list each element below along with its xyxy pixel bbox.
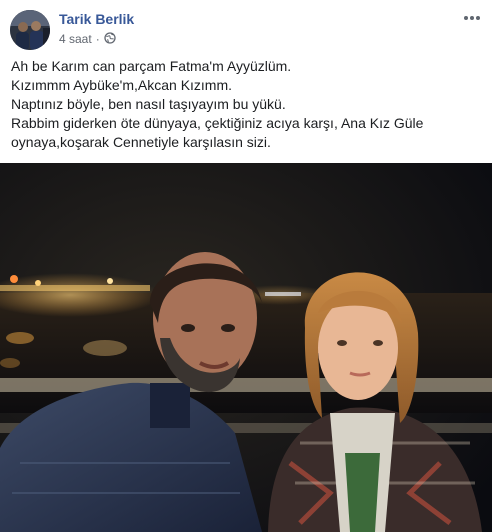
more-options-button[interactable] [460, 8, 484, 28]
avatar-image [10, 10, 50, 50]
meta-separator: · [95, 32, 100, 46]
author-name[interactable]: Tarik Berlik [59, 11, 134, 27]
post-text-line: Ah be Karım can parçam Fatma'm Ayyüzlüm. [11, 58, 292, 74]
globe-icon[interactable] [104, 31, 116, 47]
facebook-post: Tarik Berlik 4 saat · Ah be Karım can pa… [0, 0, 492, 532]
post-photo[interactable] [0, 163, 492, 532]
more-horizontal-icon [464, 16, 480, 20]
post-text-line: Naptınız böyle, ben nasıl taşıyayım bu y… [11, 96, 286, 112]
author-avatar[interactable] [10, 10, 50, 50]
photo-image [0, 163, 492, 532]
post-meta: 4 saat · [59, 31, 116, 47]
post-text-line: Kızımmm Aybüke'm,Akcan Kızımm. [11, 77, 233, 93]
post-text-line: oynaya,koşarak Cennetiyle karşılasın siz… [11, 134, 271, 150]
post-timestamp[interactable]: 4 saat [59, 32, 92, 46]
post-text-line: Rabbim giderken öte dünyaya, çektiğiniz … [11, 115, 424, 131]
post-header: Tarik Berlik 4 saat · [0, 0, 492, 56]
post-text: Ah be Karım can parçam Fatma'm Ayyüzlüm.… [11, 57, 483, 152]
